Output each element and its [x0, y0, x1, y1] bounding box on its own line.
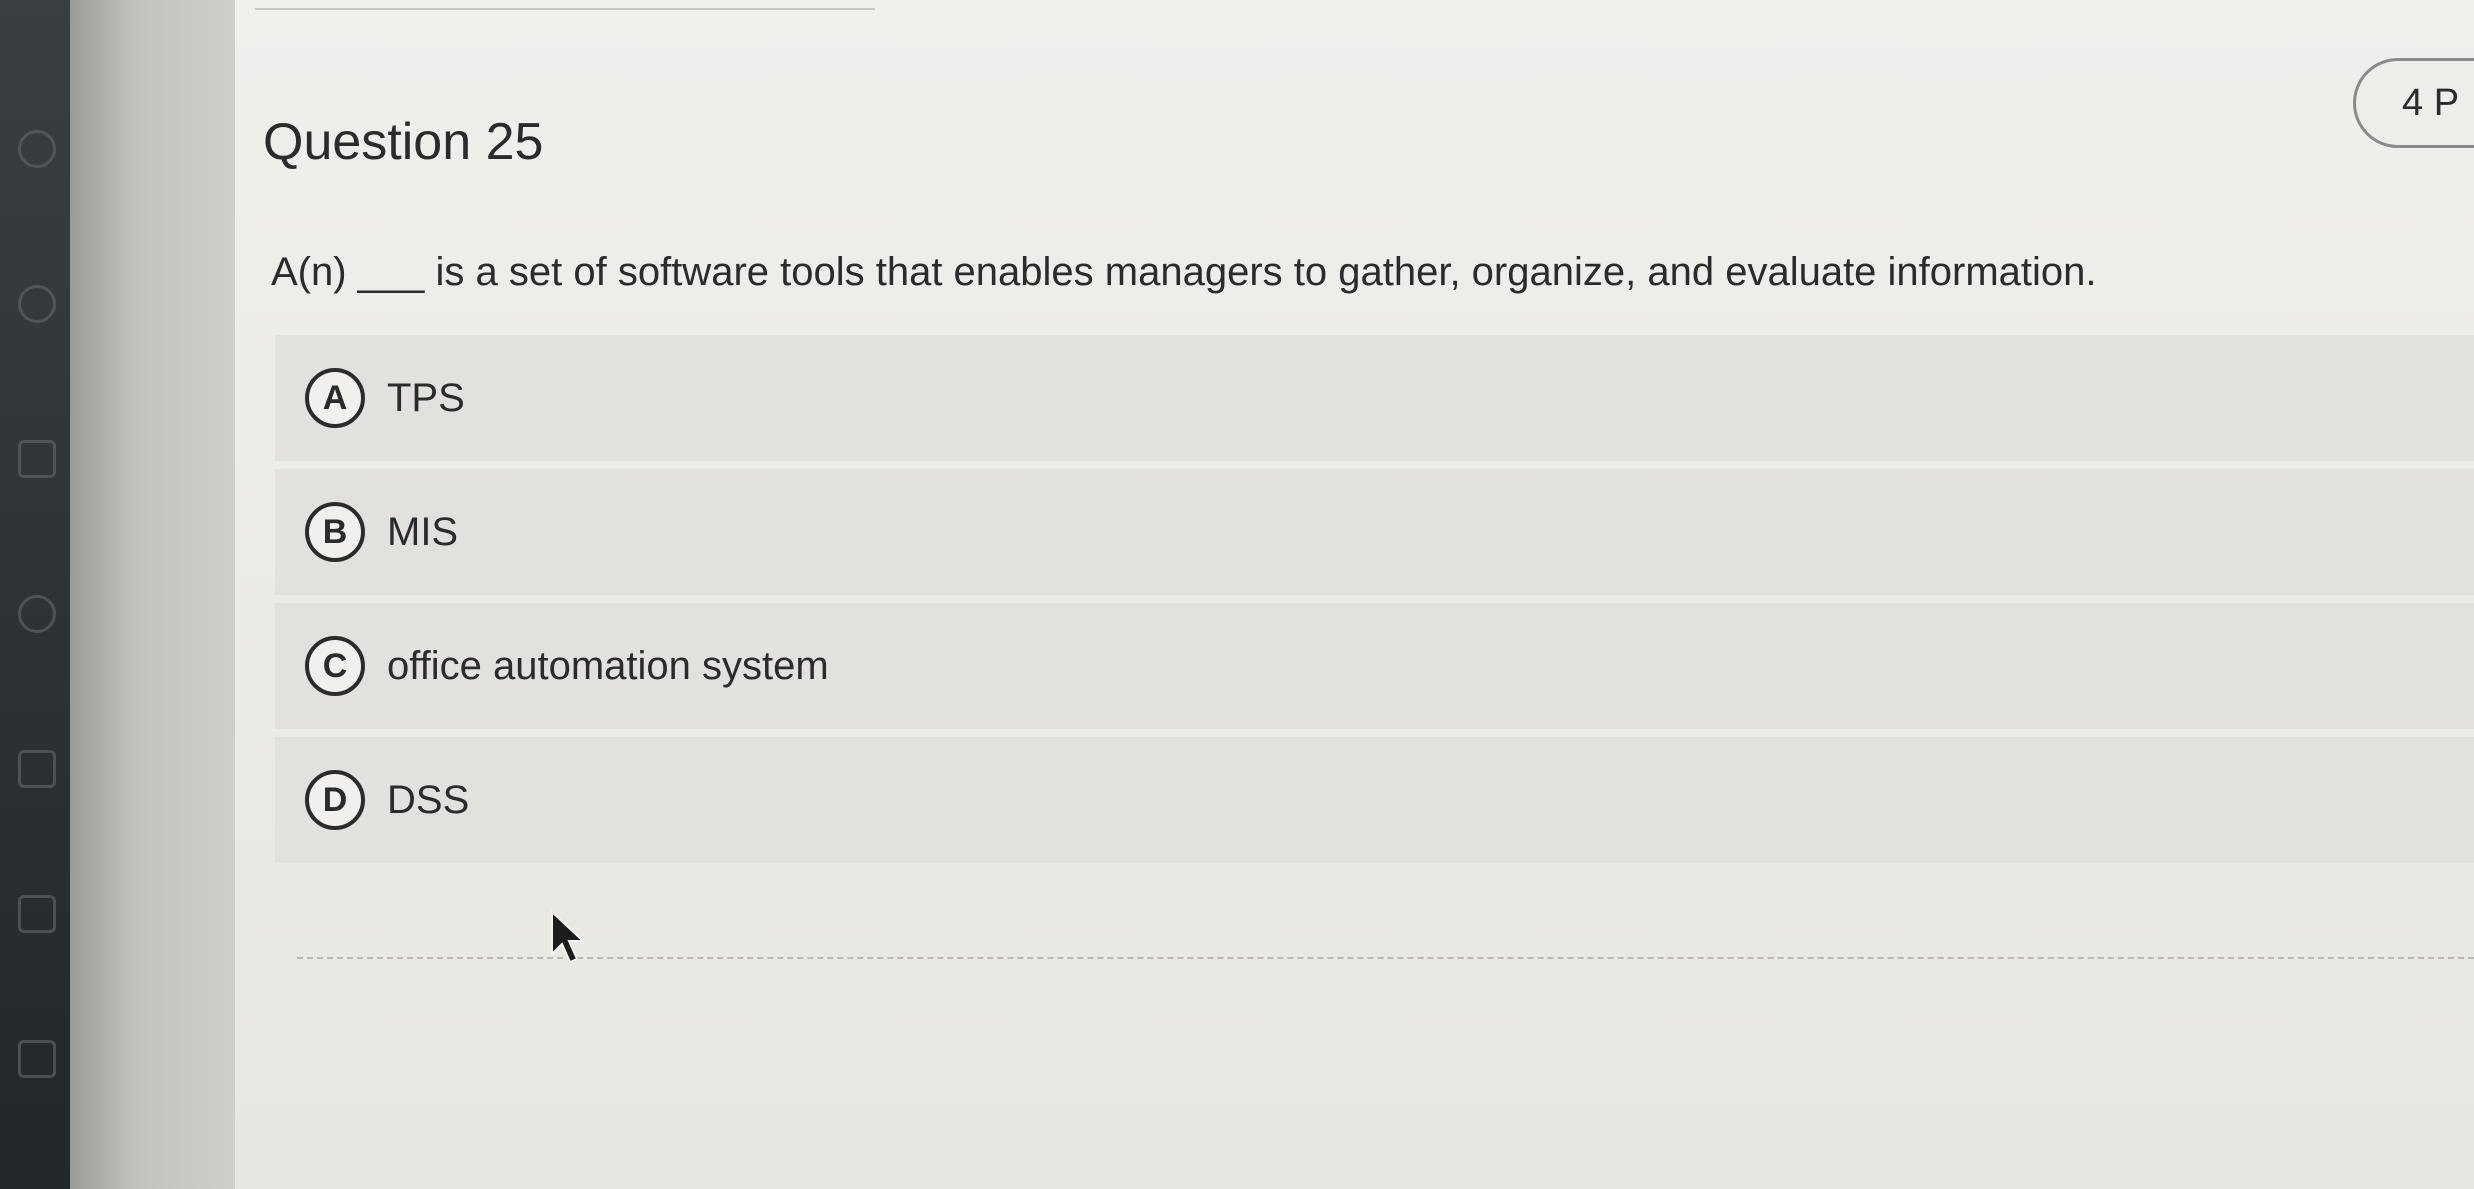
option-letter-b: B: [305, 502, 365, 562]
option-c[interactable]: C office automation system: [275, 603, 2474, 729]
nav-people-icon[interactable]: [18, 595, 56, 633]
mouse-pointer-icon: [551, 910, 586, 964]
option-d[interactable]: D DSS: [275, 737, 2474, 863]
option-label-d: DSS: [387, 777, 470, 822]
answer-options: A TPS B MIS C office automation system D…: [275, 335, 2474, 871]
option-label-b: MIS: [387, 509, 459, 554]
content-gutter: [70, 0, 235, 1189]
option-label-a: TPS: [387, 375, 465, 420]
quiz-page: Question 25 4 P A(n) ___ is a set of sof…: [235, 0, 2474, 1189]
option-letter-a: A: [305, 368, 365, 428]
option-letter-d: D: [305, 770, 365, 830]
option-letter-c: C: [305, 636, 365, 696]
option-b[interactable]: B MIS: [275, 469, 2474, 595]
nav-inbox-icon[interactable]: [18, 895, 56, 933]
nav-globe-icon[interactable]: [18, 285, 56, 323]
nav-grid-icon[interactable]: [18, 750, 56, 788]
nav-file-icon[interactable]: [18, 1040, 56, 1078]
nav-account-icon[interactable]: [18, 130, 56, 168]
option-label-c: office automation system: [387, 643, 829, 688]
left-navigation: [0, 0, 70, 1189]
question-text: A(n) ___ is a set of software tools that…: [271, 250, 2097, 294]
nav-calendar-icon[interactable]: [18, 440, 56, 478]
question-separator: [297, 957, 2474, 959]
question-title: Question 25: [263, 113, 544, 171]
top-divider: [255, 8, 875, 10]
points-badge: 4 P: [2353, 58, 2474, 148]
option-a[interactable]: A TPS: [275, 335, 2474, 461]
